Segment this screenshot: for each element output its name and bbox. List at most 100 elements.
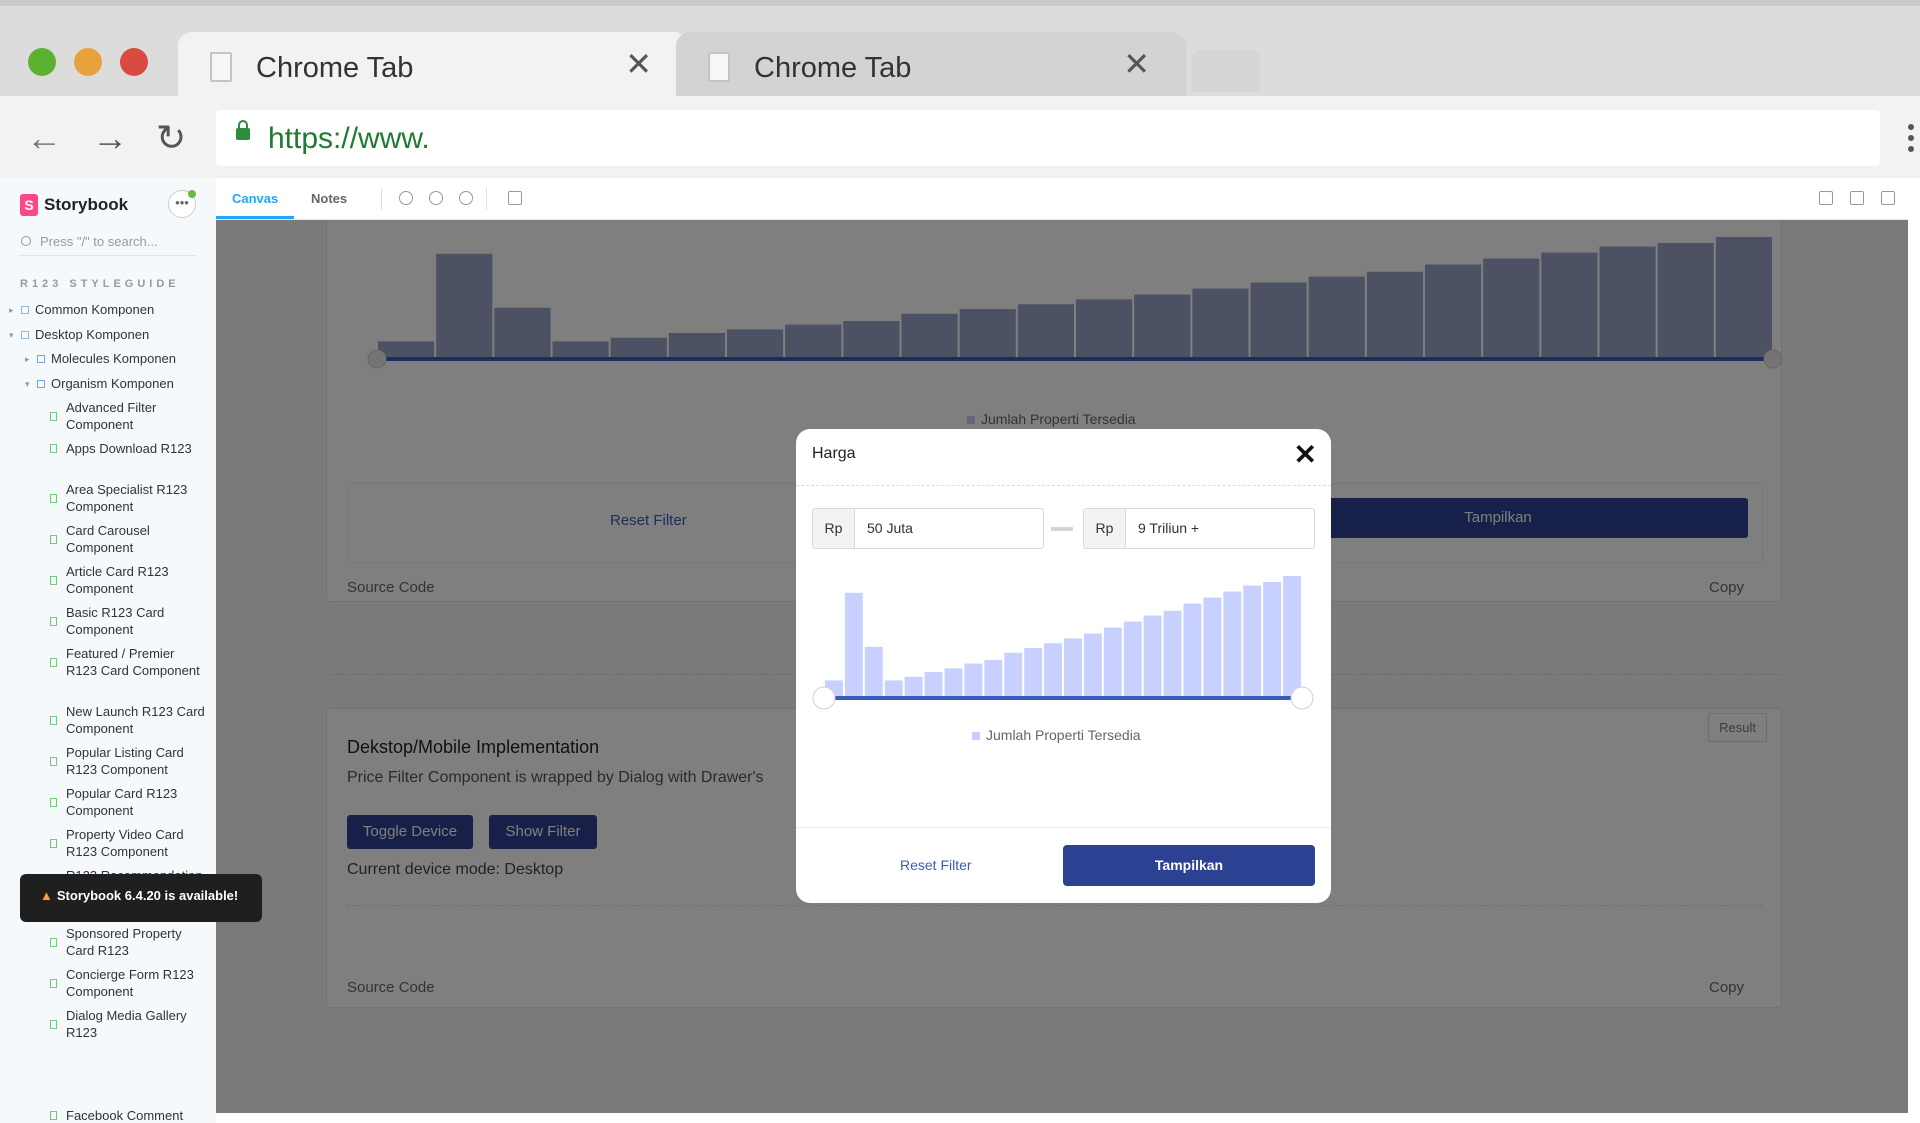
tab-canvas[interactable]: Canvas [232,191,278,206]
sidebar-item-molecules-komponen[interactable]: ▸ Molecules Komponen [25,351,176,367]
sidebar-story-item[interactable]: Dialog Media Gallery R123 [50,1008,206,1041]
search-icon [21,236,31,246]
histogram-bar [1163,610,1182,696]
slider-max-handle[interactable] [1290,686,1314,710]
fullscreen-icon[interactable] [1819,191,1833,205]
histogram-bar [1123,621,1142,696]
histogram-bar [884,680,903,696]
histogram-bar [1024,648,1043,696]
page-icon [708,52,730,82]
reset-filter-link[interactable]: Reset Filter [900,857,972,873]
histogram-legend: Jumlah Properti Tersedia [972,727,1141,743]
slider-min-handle[interactable] [812,686,836,710]
storybook-sidebar: S Storybook ••• Press "/" to search... R… [0,178,216,1123]
histogram-bar [944,668,963,696]
chevron-down-icon: ▾ [25,379,30,389]
storybook-logo-icon: S [20,194,38,216]
sidebar-story-item[interactable]: Advanced Filter Component [50,400,206,433]
bookmark-icon [50,444,57,454]
sidebar-section-title: R123 STYLEGUIDE [20,278,180,290]
storybook-brand[interactable]: Storybook [44,195,128,215]
bookmark-icon [50,411,57,421]
bookmark-icon [50,797,57,807]
sidebar-story-item[interactable]: Concierge Form R123 Component [50,967,206,1000]
bookmark-icon [50,657,57,667]
address-toolbar: ← → ↻ https://www. [0,96,1920,178]
sidebar-story-item[interactable]: Popular Card R123 Component [50,786,206,819]
tab-close-icon[interactable]: ✕ [625,48,652,80]
component-icon [37,355,45,363]
sidebar-story-item[interactable]: Property Video Card R123 Component [50,827,206,860]
tab-title: Chrome Tab [256,52,414,84]
histogram-bar [1143,615,1162,696]
window-minimize-light[interactable] [74,48,102,76]
bookmark-icon [50,616,57,626]
chevron-right-icon: ▸ [9,305,14,315]
tab-close-icon[interactable]: ✕ [1123,48,1150,80]
update-notification[interactable]: ▲ Storybook 6.4.20 is available! [20,874,262,922]
component-icon [37,380,45,388]
zoom-in-icon[interactable] [399,191,413,205]
sidebar-story-item[interactable]: Basic R123 Card Component [50,605,206,638]
url-text[interactable]: https://www. [268,122,430,156]
bookmark-icon [50,575,57,585]
reset-zoom-icon[interactable] [459,191,473,205]
bookmark-icon [50,1019,57,1029]
dialog-footer-divider [796,827,1331,828]
window-zoom-light[interactable] [28,48,56,76]
histogram-bar [964,663,983,696]
histogram-bar [1004,652,1023,696]
sidebar-story-item[interactable]: Featured / Premier R123 Card Component [50,646,206,679]
sidebar-story-item[interactable]: Article Card R123 Component [50,564,206,597]
lock-icon [236,120,250,140]
tab-title: Chrome Tab [754,52,912,84]
apply-button[interactable]: Tampilkan [1063,845,1315,886]
histogram-bar [1203,597,1222,696]
histogram-bar [1243,585,1262,696]
sidebar-story-item[interactable]: Area Specialist R123 Component [50,482,206,515]
bookmark-icon [50,937,57,947]
sidebar-item-desktop-komponen[interactable]: ▾ Desktop Komponen [9,327,149,343]
histogram-bar [1103,627,1122,696]
sidebar-story-item[interactable]: Apps Download R123 [50,441,206,458]
browser-tab-active[interactable]: Chrome Tab ✕ [178,32,688,102]
histogram-bar [1283,576,1301,696]
browser-menu-icon[interactable] [1908,124,1914,157]
bookmark-icon [50,534,57,544]
toolbar-divider [486,188,487,210]
tab-notes[interactable]: Notes [311,191,347,206]
reload-icon[interactable]: ↻ [156,120,186,156]
sidebar-story-item[interactable]: Popular Listing Card R123 Component [50,745,206,778]
sidebar-story-item[interactable]: Sponsored Property Card R123 [50,926,206,959]
new-tab-button[interactable] [1192,50,1260,92]
sidebar-story-item[interactable]: Card Carousel Component [50,523,206,556]
histogram-bar [984,660,1003,696]
copy-link-icon[interactable] [1881,191,1895,205]
window-edge [1908,178,1920,1123]
histogram-bar [1044,643,1062,696]
histogram-bar [1183,603,1202,696]
title-bar: Chrome Tab ✕ Chrome Tab ✕ [0,0,1920,102]
address-bar[interactable]: https://www. [216,110,1880,166]
histogram-bar [904,676,923,696]
forward-arrow-icon[interactable]: → [92,120,128,156]
sidebar-story-item[interactable]: New Launch R123 Card Component [50,704,206,737]
sidebar-item-common-komponen[interactable]: ▸ Common Komponen [9,302,154,318]
browser-tab-inactive[interactable]: Chrome Tab ✕ [676,32,1186,102]
window-edge [216,1113,1908,1123]
back-arrow-icon[interactable]: ← [26,120,62,156]
chevron-down-icon: ▾ [9,330,14,340]
legend-swatch [972,732,980,740]
share-icon[interactable] [1850,191,1864,205]
histogram-bar [1223,591,1242,696]
sidebar-item-organism-komponen[interactable]: ▾ Organism Komponen [25,376,174,392]
update-dot-icon [188,190,196,198]
zoom-out-icon[interactable] [429,191,443,205]
price-histogram [812,576,1314,710]
outline-icon[interactable] [508,191,522,205]
sidebar-story-item[interactable]: Facebook Comment [50,1108,206,1123]
search-input[interactable]: Press "/" to search... [18,230,196,256]
party-icon: ▲ [40,888,53,903]
window-close-light[interactable] [120,48,148,76]
bookmark-icon [50,756,57,766]
